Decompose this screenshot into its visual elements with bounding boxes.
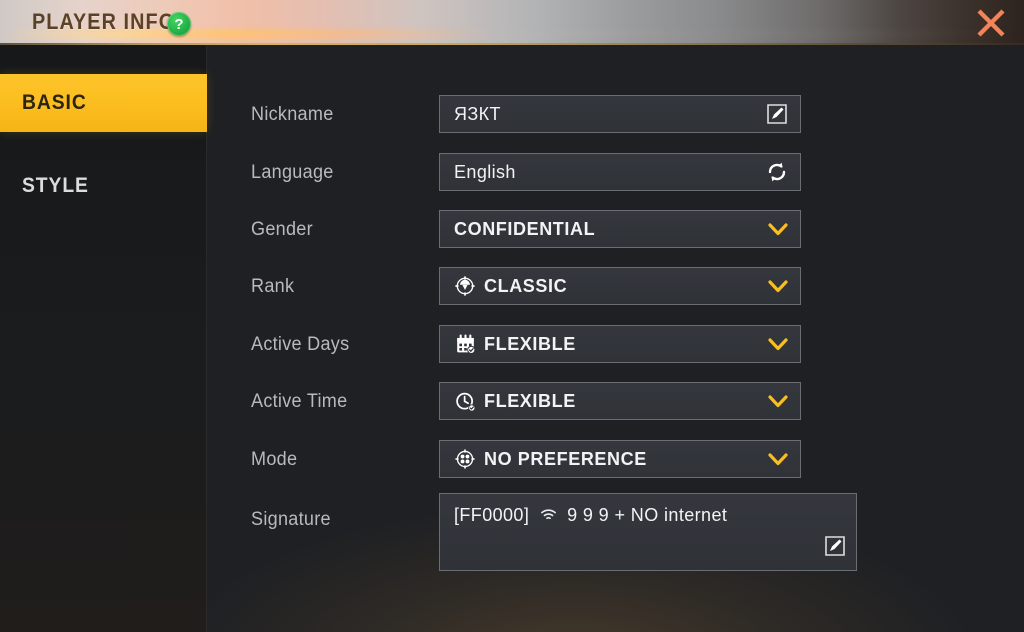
parachute-rank-icon bbox=[454, 275, 476, 297]
pencil-edit-icon[interactable] bbox=[824, 535, 846, 562]
field-label: Signature bbox=[251, 509, 331, 530]
active-days-dropdown[interactable]: FLEXIBLE bbox=[439, 325, 801, 363]
calendar-icon bbox=[454, 333, 476, 355]
field-label: Rank bbox=[251, 276, 295, 297]
rank-value: CLASSIC bbox=[484, 275, 568, 296]
field-label: Mode bbox=[251, 449, 298, 470]
signature-color-tag: [FF0000] bbox=[454, 505, 530, 525]
pencil-edit-icon[interactable] bbox=[764, 101, 790, 127]
page-title: PLAYER INFO bbox=[32, 9, 176, 34]
sidebar-item-label: STYLE bbox=[22, 174, 89, 197]
field-label: Active Time bbox=[251, 391, 348, 412]
chevron-down-icon[interactable] bbox=[766, 447, 790, 471]
language-select[interactable]: English bbox=[439, 153, 801, 191]
gender-value: CONFIDENTIAL bbox=[454, 218, 596, 239]
active-time-dropdown[interactable]: FLEXIBLE bbox=[439, 382, 801, 420]
active-time-value: FLEXIBLE bbox=[484, 390, 576, 411]
signature-message: 9 9 9 + NO internet bbox=[567, 505, 728, 525]
clock-icon bbox=[454, 390, 476, 412]
dialog-body: BASIC STYLE Nickname ЯЗКТ Language Engli… bbox=[0, 45, 1024, 632]
chevron-down-icon[interactable] bbox=[766, 389, 790, 413]
signature-value: [FF0000] 9 9 9 + NO internet bbox=[454, 505, 727, 527]
language-value: English bbox=[454, 161, 516, 182]
field-label: Nickname bbox=[251, 104, 334, 125]
field-label: Active Days bbox=[251, 334, 350, 355]
chevron-down-icon[interactable] bbox=[766, 217, 790, 241]
active-days-value: FLEXIBLE bbox=[484, 333, 576, 354]
nickname-value: ЯЗКТ bbox=[454, 103, 501, 124]
sidebar-item-basic[interactable]: BASIC bbox=[0, 74, 207, 132]
sidebar: BASIC STYLE bbox=[0, 45, 207, 632]
close-x-icon bbox=[974, 6, 1008, 40]
mode-target-icon bbox=[454, 448, 476, 470]
titlebar: PLAYER INFO ? bbox=[0, 0, 1024, 45]
help-badge-icon[interactable]: ? bbox=[167, 12, 191, 36]
rank-dropdown[interactable]: CLASSIC bbox=[439, 267, 801, 305]
signature-textarea[interactable]: [FF0000] 9 9 9 + NO internet bbox=[439, 493, 857, 571]
sidebar-item-style[interactable]: STYLE bbox=[0, 157, 207, 215]
close-button[interactable] bbox=[972, 4, 1010, 42]
field-label: Language bbox=[251, 162, 334, 183]
chevron-down-icon[interactable] bbox=[766, 274, 790, 298]
wifi-icon bbox=[540, 506, 557, 527]
form-panel: Nickname ЯЗКТ Language English Gender CO… bbox=[207, 45, 1024, 632]
player-info-dialog: PLAYER INFO ? BASIC STYLE Nickname ЯЗКТ … bbox=[0, 0, 1024, 632]
gender-dropdown[interactable]: CONFIDENTIAL bbox=[439, 210, 801, 248]
nickname-input[interactable]: ЯЗКТ bbox=[439, 95, 801, 133]
sidebar-item-label: BASIC bbox=[22, 91, 87, 114]
refresh-sync-icon[interactable] bbox=[764, 159, 790, 185]
chevron-down-icon[interactable] bbox=[766, 332, 790, 356]
field-label: Gender bbox=[251, 219, 313, 240]
mode-dropdown[interactable]: NO PREFERENCE bbox=[439, 440, 801, 478]
mode-value: NO PREFERENCE bbox=[484, 448, 647, 469]
